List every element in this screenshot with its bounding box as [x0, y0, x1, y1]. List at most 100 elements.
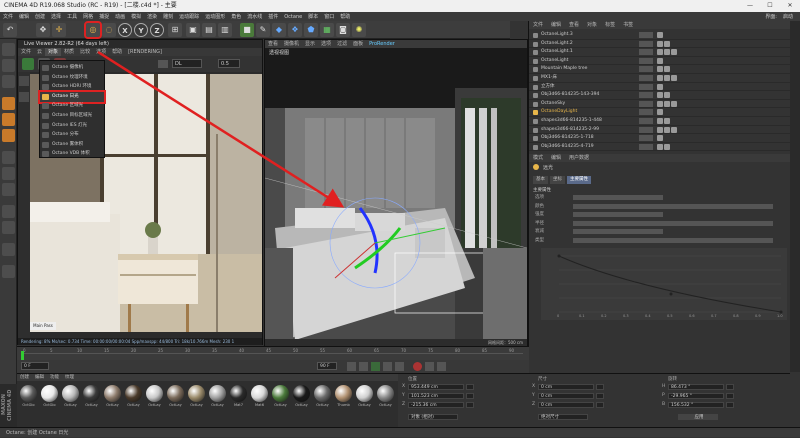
octane-menu-item[interactable]: Octane 区域光	[40, 101, 104, 111]
coord-spinner[interactable]	[596, 402, 604, 408]
current-frame-field[interactable]: 0 F	[21, 362, 49, 370]
menu-item[interactable]: 运动跟踪	[176, 13, 202, 21]
lv-menu-item[interactable]: 选项	[93, 48, 109, 56]
move-icon[interactable]: ✛	[52, 23, 66, 37]
snap-icon[interactable]	[2, 151, 15, 164]
object-row[interactable]: 立方体	[529, 83, 791, 92]
menu-item[interactable]: 工具	[64, 13, 80, 21]
viewport-menu-item[interactable]: ProRender	[366, 40, 398, 48]
rotate-icon[interactable]: ◌	[102, 23, 116, 37]
lv-menu-item[interactable]: [RENDERING]	[125, 48, 165, 56]
material-swatch[interactable]: Thumb	[334, 384, 353, 414]
tag-icon[interactable]	[657, 75, 663, 81]
visibility-flags[interactable]	[639, 49, 653, 56]
lv-menu-item[interactable]: 云	[34, 48, 45, 56]
menu-item[interactable]: 运动图形	[202, 13, 228, 21]
workplane-icon[interactable]	[2, 75, 15, 88]
material-swatch[interactable]: OctLay	[145, 384, 164, 414]
tag-icon[interactable]	[657, 49, 663, 56]
param-field[interactable]	[573, 220, 773, 226]
material-swatch[interactable]: OctLay	[208, 384, 227, 414]
attribute-menu-item[interactable]: 模式	[529, 154, 547, 162]
pen-icon[interactable]: ✎	[256, 23, 270, 37]
tag-icon[interactable]	[657, 83, 663, 90]
visibility-flags[interactable]	[639, 92, 653, 99]
coord-field[interactable]: 156.532 °	[668, 402, 724, 408]
apply-button[interactable]: 应用	[678, 414, 718, 420]
param-field[interactable]	[573, 195, 663, 200]
cube-icon[interactable]: ■	[240, 23, 254, 37]
menu-item[interactable]: 捕捉	[96, 13, 112, 21]
subdivision-icon[interactable]: ◆	[272, 23, 286, 37]
material-swatch[interactable]: Mat7	[229, 384, 248, 414]
axis-z-button[interactable]: Z	[150, 23, 164, 37]
prev-frame-icon[interactable]	[359, 362, 368, 371]
object-row[interactable]: Obj3d66-814235-143-394	[529, 91, 791, 100]
coord-spinner[interactable]	[726, 393, 734, 399]
timeline[interactable]: 0 5 10 15 20 25 30 35 40 45 50 55 60 65 70 75 80 85 90	[17, 346, 529, 360]
floor-icon[interactable]: ▦	[320, 23, 334, 37]
material-swatch[interactable]: OctLay	[376, 384, 395, 414]
menu-item[interactable]: 帮助	[337, 13, 353, 21]
material-swatch[interactable]: OctLay	[166, 384, 185, 414]
tag-icon[interactable]	[657, 143, 663, 150]
refresh-icon[interactable]	[22, 58, 34, 70]
visibility-flags[interactable]	[639, 32, 653, 38]
menu-item[interactable]: 流水线	[244, 13, 265, 21]
visibility-flags[interactable]	[639, 83, 653, 90]
tag-icon[interactable]	[657, 109, 663, 116]
object-row[interactable]: shapes3d66-814235-2-99	[529, 126, 791, 135]
object-menu-item[interactable]: 查看	[565, 21, 583, 29]
material-swatch[interactable]: OctLay	[313, 384, 332, 414]
octane-menu-item[interactable]: Octane 日光	[38, 89, 106, 104]
material-swatch[interactable]: OctLay	[124, 384, 143, 414]
keyframe-icon[interactable]	[425, 362, 434, 371]
menu-item[interactable]: 角色	[228, 13, 244, 21]
visibility-flags[interactable]	[639, 40, 653, 47]
attribute-menu-item[interactable]: 用户数据	[565, 154, 593, 162]
tag-icon[interactable]	[671, 75, 677, 81]
tag-icon[interactable]	[657, 126, 663, 133]
next-frame-icon[interactable]	[383, 362, 392, 371]
menu-item[interactable]: 窗口	[321, 13, 337, 21]
visibility-flags[interactable]	[639, 57, 653, 64]
lv-menu-item[interactable]: 文件	[18, 48, 34, 56]
lv-menu-item[interactable]: 材质	[61, 48, 77, 56]
tag-icon[interactable]	[657, 40, 663, 47]
attribute-subtab[interactable]: 基本	[533, 176, 548, 184]
object-row[interactable]: MX1-床	[529, 74, 791, 83]
visibility-flags[interactable]	[639, 66, 653, 73]
playhead[interactable]	[21, 351, 24, 360]
axis-mode-icon[interactable]	[2, 167, 15, 180]
material-swatch[interactable]: OctLay	[61, 384, 80, 414]
go-start-icon[interactable]	[347, 362, 356, 371]
tag-icon[interactable]	[657, 92, 663, 99]
tag-icon[interactable]	[664, 92, 670, 99]
object-row[interactable]: Obj3d66-814235-4-719	[529, 143, 791, 152]
go-end-icon[interactable]	[395, 362, 404, 371]
viewport-menu-item[interactable]: 过滤	[334, 40, 350, 48]
visibility-flags[interactable]	[639, 143, 653, 150]
menu-item[interactable]: 编辑	[16, 13, 32, 21]
tag-icon[interactable]	[664, 118, 670, 124]
coord-field[interactable]: 0 cm	[538, 384, 594, 390]
object-row[interactable]: Mountain Maple tree	[529, 65, 791, 74]
tag-icon[interactable]	[664, 40, 670, 47]
tag-icon[interactable]	[671, 100, 677, 107]
attribute-subtab[interactable]: 主要属性	[567, 176, 591, 184]
material-swatch[interactable]: OctGlo	[19, 384, 38, 414]
param-field[interactable]	[573, 203, 773, 209]
material-swatch[interactable]: OctLay	[271, 384, 290, 414]
param-field[interactable]	[573, 212, 663, 217]
menu-item[interactable]: 文件	[0, 13, 16, 21]
render-view-icon[interactable]: ▤	[202, 23, 216, 37]
object-row[interactable]: OctaneLight.1	[529, 48, 791, 57]
octane-menu-item[interactable]: Octane 摄像机	[40, 63, 104, 73]
octane-menu-item[interactable]: Octane 雾体积	[40, 140, 104, 150]
record-icon[interactable]	[413, 362, 422, 371]
menu-item[interactable]: 模拟	[128, 13, 144, 21]
channel-select[interactable]: DL	[172, 59, 202, 68]
edges-mode-icon[interactable]	[2, 113, 15, 126]
material-swatch[interactable]: OctLay	[355, 384, 374, 414]
coord-field[interactable]: 101.523 cm	[408, 393, 464, 399]
